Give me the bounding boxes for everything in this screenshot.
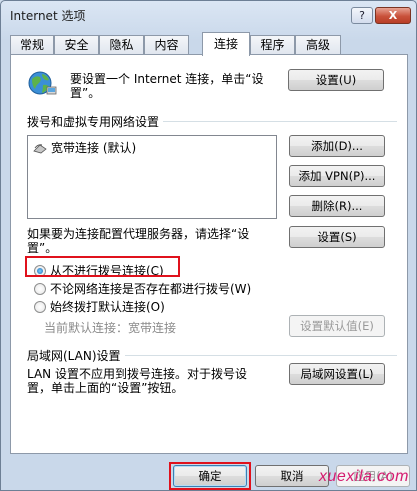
proxy-settings-button[interactable]: 设置(S) — [289, 226, 385, 248]
lan-settings-button[interactable]: 局域网设置(L) — [289, 363, 385, 385]
watermark-text: xuexila.com — [319, 468, 409, 485]
lan-text-line2: 置，单击上面的“设置”按钮。 — [27, 381, 184, 395]
radio-label: 始终拨打默认连接(O) — [50, 300, 165, 314]
proxy-description: 如果要为连接配置代理服务器，请选择“设 置”。 — [27, 227, 249, 255]
radio-never-dial[interactable]: 从不进行拨号连接(C) — [34, 262, 164, 279]
tab-security[interactable]: 安全 — [54, 35, 99, 55]
setup-text-line1: 要设置一个 Internet 连接，单击“设 — [70, 72, 264, 86]
tab-general[interactable]: 常规 — [10, 35, 54, 55]
ok-button[interactable]: 确定 — [173, 465, 247, 487]
title-bar: Internet 选项 ? X — [1, 1, 416, 29]
add-button[interactable]: 添加(D)... — [289, 135, 385, 157]
tab-advanced[interactable]: 高级 — [295, 35, 341, 55]
list-item-label: 宽带连接 (默认) — [51, 141, 137, 155]
setup-button[interactable]: 设置(U) — [288, 69, 384, 91]
help-button[interactable]: ? — [351, 7, 373, 24]
radio-dial-whenever[interactable]: 不论网络连接是否存在都进行拨号(W) — [34, 280, 251, 297]
lan-text-line1: LAN 设置不应用到拨号连接。对于拨号设 — [27, 367, 247, 381]
tab-privacy[interactable]: 隐私 — [99, 35, 144, 55]
connections-panel: 要设置一个 Internet 连接，单击“设 置”。 设置(U) 拨号和虚拟专用… — [10, 54, 408, 454]
internet-options-window: Internet 选项 ? X 常规 安全 隐私 内容 连接 程序 高级 要设置… — [0, 0, 417, 491]
dialup-connection-icon — [33, 143, 47, 153]
tab-programs[interactable]: 程序 — [250, 35, 295, 55]
setup-text-line2: 置”。 — [70, 86, 101, 100]
lan-description: LAN 设置不应用到拨号连接。对于拨号设 置，单击上面的“设置”按钮。 — [27, 367, 247, 395]
radio-always-dial-default[interactable]: 始终拨打默认连接(O) — [34, 298, 165, 315]
set-default-button[interactable]: 设置默认值(E) — [289, 315, 385, 337]
radio-dot — [34, 282, 46, 295]
close-button[interactable]: X — [375, 7, 411, 24]
network-globe-icon — [28, 71, 57, 95]
connections-list[interactable]: 宽带连接 (默认) — [27, 135, 277, 219]
lan-section-label: 局域网(LAN)设置 — [27, 347, 125, 364]
window-title: Internet 选项 — [10, 9, 86, 23]
current-default-value: 宽带连接 — [128, 321, 177, 335]
radio-dot — [34, 300, 46, 313]
proxy-text-line1: 如果要为连接配置代理服务器，请选择“设 — [27, 227, 250, 241]
dialup-section-label: 拨号和虚拟专用网络设置 — [27, 113, 164, 130]
list-item[interactable]: 宽带连接 (默认) — [32, 139, 136, 156]
remove-button[interactable]: 删除(R)... — [289, 195, 385, 217]
radio-label: 从不进行拨号连接(C) — [50, 264, 164, 278]
current-default-label: 当前默认连接： — [44, 321, 129, 335]
tab-content[interactable]: 内容 — [144, 35, 189, 55]
radio-dot — [34, 264, 46, 277]
add-vpn-button[interactable]: 添加 VPN(P)... — [289, 165, 385, 187]
radio-label: 不论网络连接是否存在都进行拨号(W) — [50, 282, 252, 296]
current-default-connection: 当前默认连接：宽带连接 — [44, 319, 176, 336]
cancel-button[interactable]: 取消 — [255, 465, 329, 487]
proxy-text-line2: 置”。 — [27, 241, 58, 255]
tab-connections[interactable]: 连接 — [202, 32, 250, 56]
setup-description: 要设置一个 Internet 连接，单击“设 置”。 — [70, 72, 264, 100]
